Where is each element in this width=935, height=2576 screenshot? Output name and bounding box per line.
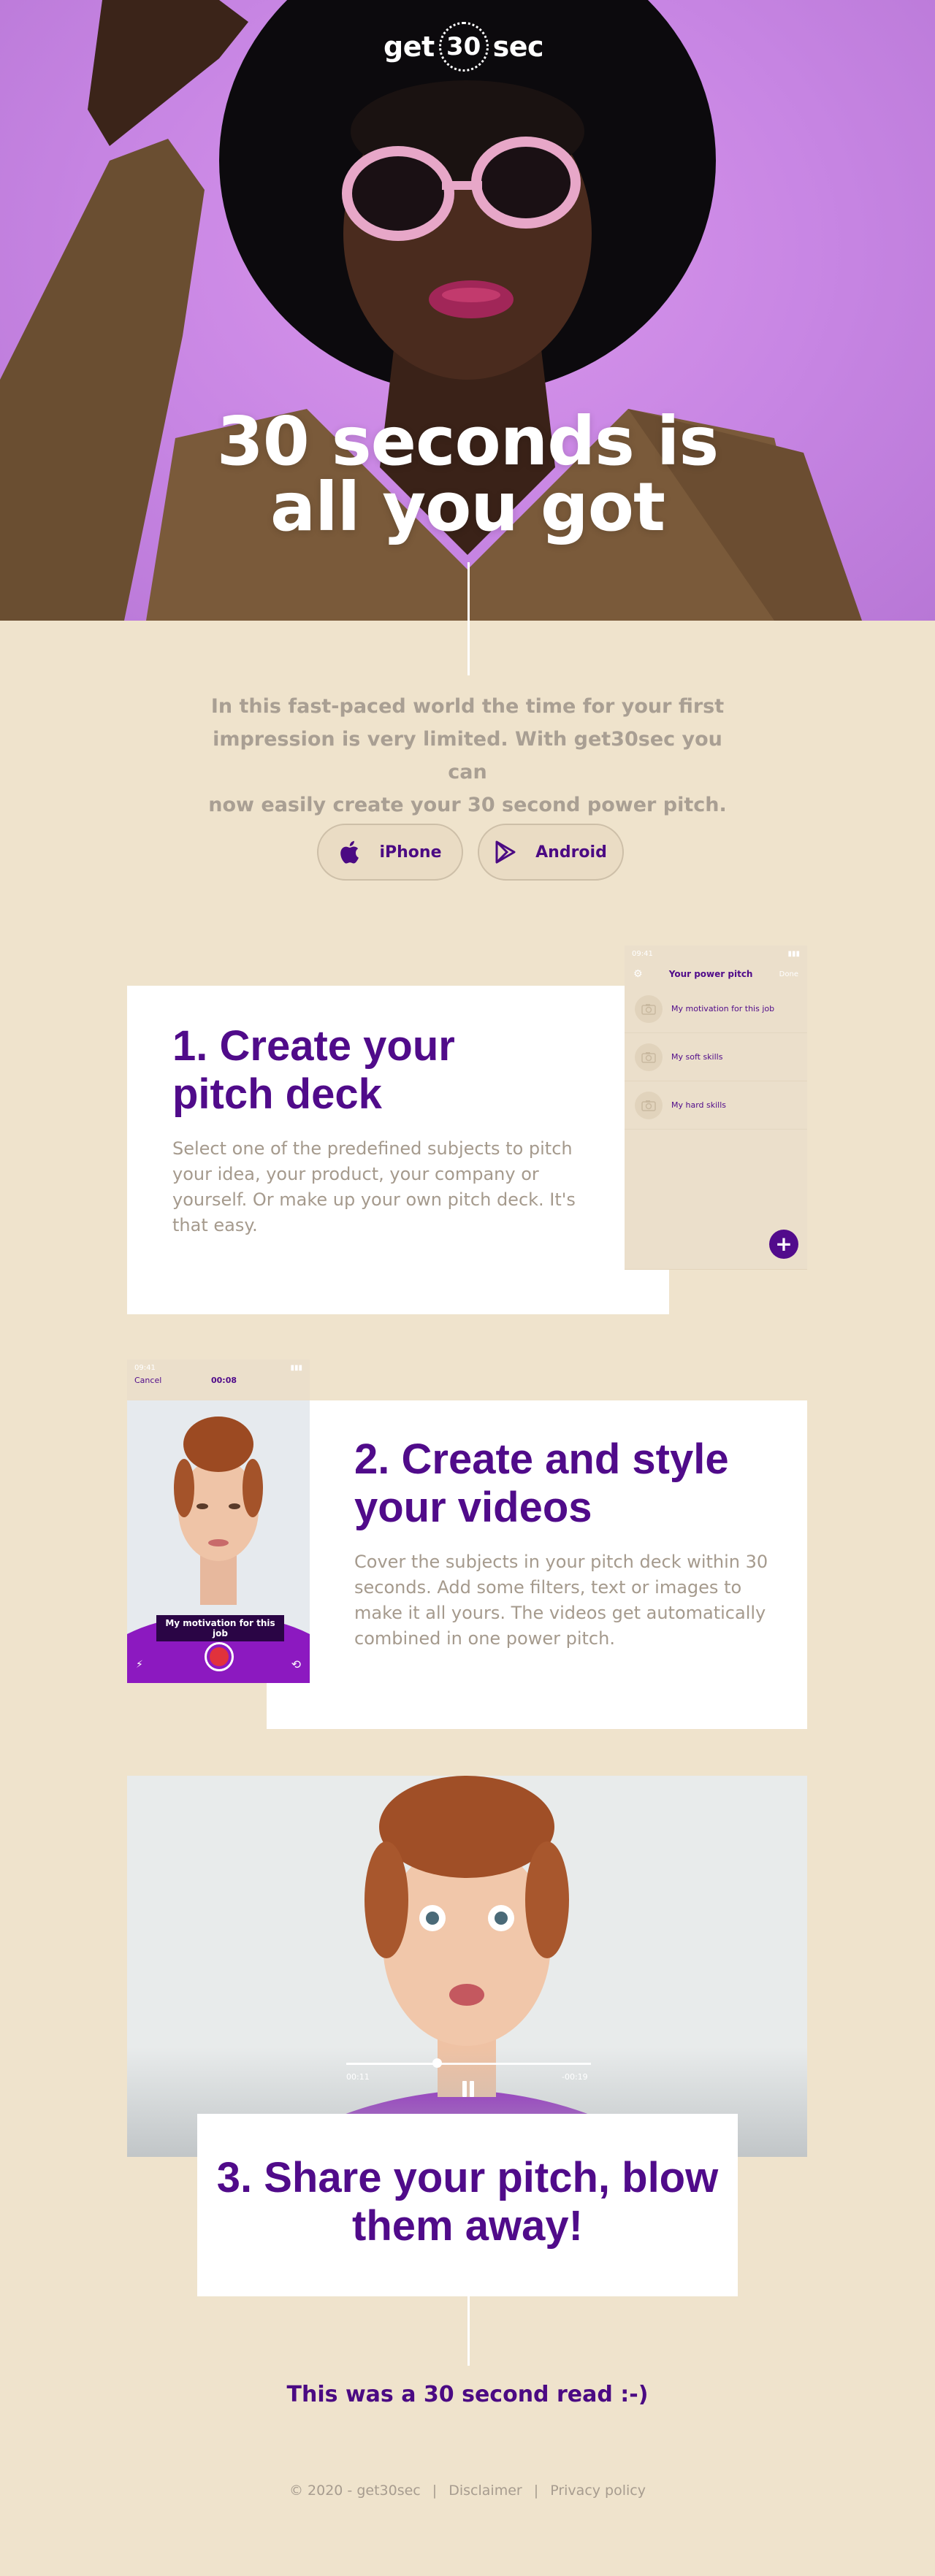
android-label: Android bbox=[535, 843, 607, 862]
apple-icon bbox=[340, 840, 359, 864]
video-scrubber-thumb[interactable] bbox=[432, 2058, 442, 2068]
record-button[interactable] bbox=[205, 1642, 234, 1671]
iphone-download-button[interactable]: iPhone bbox=[317, 824, 463, 881]
step2-title: 2. Create and style your videos bbox=[354, 1435, 729, 1531]
camera-icon bbox=[635, 1091, 663, 1119]
list-item-label: My soft skills bbox=[671, 1052, 723, 1062]
logo-30-ring: 30 bbox=[438, 22, 489, 72]
pitch-deck-phone-mockup: 09:41 ▮▮▮ ⚙ Your power pitch Done My mot… bbox=[625, 946, 807, 1269]
cancel-button[interactable]: Cancel bbox=[134, 1376, 161, 1385]
status-bar: 09:41 ▮▮▮ bbox=[127, 1360, 310, 1376]
intro-text: In this fast-paced world the time for yo… bbox=[190, 690, 745, 821]
step1-card: 1. Create your pitch deck Select one of … bbox=[127, 986, 669, 1314]
privacy-policy-link[interactable]: Privacy policy bbox=[550, 2483, 646, 2499]
list-item-label: My motivation for this job bbox=[671, 1004, 775, 1013]
hero-section: get 30 sec 30 seconds is all you got bbox=[0, 0, 935, 621]
status-time: 09:41 bbox=[632, 950, 653, 958]
camera-icon bbox=[635, 994, 663, 1023]
phone-title: Your power pitch bbox=[668, 969, 753, 979]
logo-sec: sec bbox=[492, 31, 544, 63]
record-timer: 00:08 bbox=[210, 1376, 237, 1385]
phone-navbar: ⚙ Your power pitch Done bbox=[625, 963, 807, 985]
store-buttons: iPhone Android bbox=[317, 824, 624, 881]
step3-card: 3. Share your pitch, blow them away! bbox=[197, 2114, 738, 2296]
step2-description: Cover the subjects in your pitch deck wi… bbox=[354, 1552, 768, 1649]
android-download-button[interactable]: Android bbox=[478, 824, 624, 881]
list-item-label: My hard skills bbox=[671, 1100, 727, 1110]
list-item[interactable]: My motivation for this job bbox=[625, 985, 807, 1033]
divider-line bbox=[468, 2296, 470, 2366]
flash-icon[interactable]: ⚡ bbox=[136, 1659, 143, 1671]
recorder-topbar: 09:41 ▮▮▮ Cancel 00:08 bbox=[127, 1360, 310, 1400]
google-play-icon bbox=[495, 840, 516, 864]
step1-description: Select one of the predefined subjects to… bbox=[172, 1138, 576, 1235]
footer-separator: | bbox=[533, 2483, 539, 2499]
camera-icon bbox=[635, 1043, 663, 1071]
list-item[interactable]: My hard skills bbox=[625, 1081, 807, 1130]
hero-title: 30 seconds is all you got bbox=[0, 408, 935, 541]
subject-caption: My motivation for this job bbox=[156, 1615, 284, 1641]
iphone-label: iPhone bbox=[379, 843, 442, 862]
divider-line bbox=[468, 562, 470, 675]
flip-camera-icon[interactable]: ⟲ bbox=[291, 1657, 301, 1671]
status-bar: 09:41 ▮▮▮ bbox=[625, 946, 807, 963]
closing-text: This was a 30 second read :-) bbox=[286, 2382, 649, 2407]
footer: © 2020 - get30sec | Disclaimer | Privacy… bbox=[0, 2483, 935, 2499]
add-button[interactable]: + bbox=[769, 1230, 798, 1259]
status-time: 09:41 bbox=[134, 1364, 156, 1372]
video-player: 00:11 -00:19 bbox=[127, 1776, 807, 2157]
brand-logo[interactable]: get 30 sec bbox=[383, 22, 544, 72]
battery-icon: ▮▮▮ bbox=[787, 950, 800, 958]
list-item[interactable]: My soft skills bbox=[625, 1033, 807, 1081]
record-dot-icon bbox=[210, 1647, 229, 1666]
settings-icon[interactable]: ⚙ bbox=[633, 968, 643, 980]
hero-title-line2: all you got bbox=[270, 468, 665, 546]
video-progress-bar bbox=[346, 2063, 437, 2065]
intro-line: In this fast-paced world the time for yo… bbox=[210, 695, 725, 718]
video-recorder-phone-mockup: 09:41 ▮▮▮ Cancel 00:08 My motivation for… bbox=[127, 1360, 310, 1683]
disclaimer-link[interactable]: Disclaimer bbox=[449, 2483, 522, 2499]
footer-separator: | bbox=[432, 2483, 438, 2499]
step1-title: 1. Create your pitch deck bbox=[172, 1022, 455, 1118]
step2-card: 2. Create and style your videos Cover th… bbox=[267, 1400, 807, 1729]
elapsed-time: 00:11 bbox=[346, 2072, 370, 2082]
intro-line: impression is very limited. With get30se… bbox=[213, 728, 722, 783]
copyright-text: © 2020 - get30sec bbox=[289, 2483, 421, 2499]
done-button[interactable]: Done bbox=[779, 970, 798, 978]
pause-icon[interactable] bbox=[461, 2081, 476, 2098]
intro-line: now easily create your 30 second power p… bbox=[208, 794, 727, 816]
recorder-controls: Cancel 00:08 bbox=[127, 1376, 244, 1385]
step3-title: 3. Share your pitch, blow them away! bbox=[216, 2154, 719, 2250]
logo-get: get bbox=[383, 31, 435, 63]
battery-icon: ▮▮▮ bbox=[290, 1364, 302, 1372]
remaining-time: -00:19 bbox=[562, 2072, 588, 2082]
